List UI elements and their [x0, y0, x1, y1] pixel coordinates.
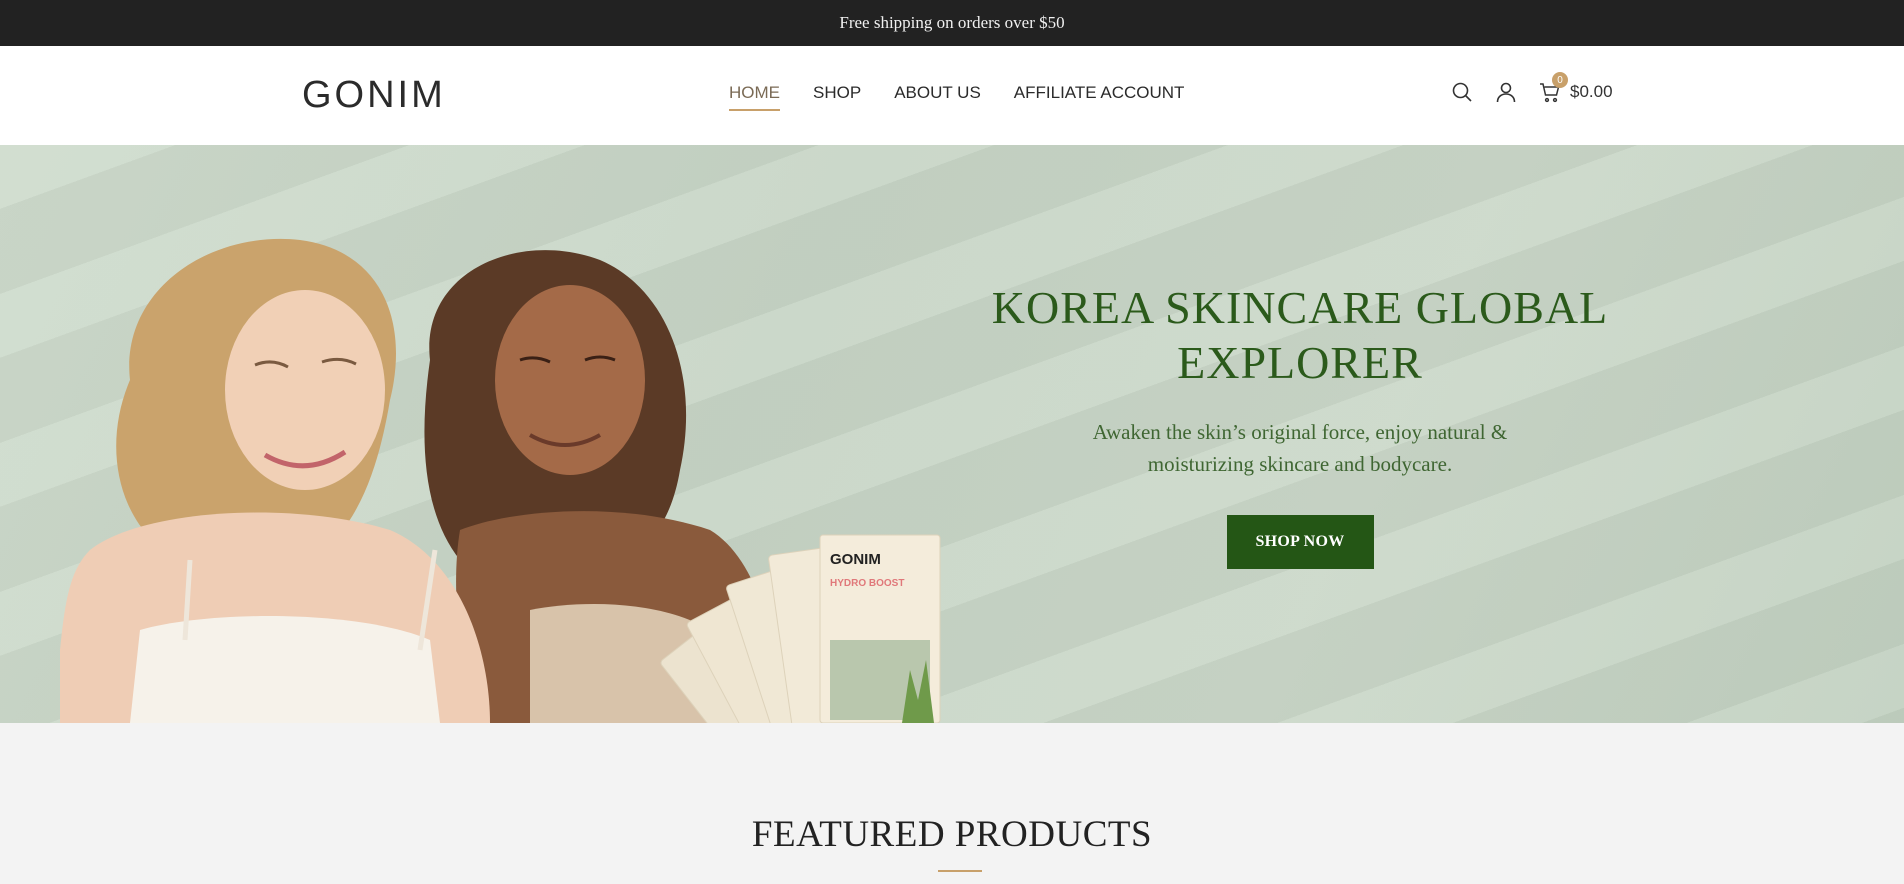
- hero-banner: GONIM HYDRO BOOST KOREA SKINCARE GLOBAL …: [0, 145, 1904, 723]
- user-icon[interactable]: [1494, 80, 1518, 104]
- featured-products-section: FEATURED PRODUCTS: [0, 723, 1904, 884]
- site-logo[interactable]: GONIM: [302, 74, 446, 117]
- featured-products-title: FEATURED PRODUCTS: [751, 814, 1153, 855]
- hero-text-block: KOREA SKINCARE GLOBAL EXPLORER Awaken th…: [960, 280, 1640, 569]
- shop-now-button[interactable]: SHOP NOW: [1226, 515, 1374, 569]
- svg-text:GONIM: GONIM: [830, 551, 881, 568]
- main-nav: HOME SHOP ABOUT US AFFILIATE ACCOUNT: [729, 83, 1184, 111]
- announcement-bar: Free shipping on orders over $50: [0, 0, 1904, 46]
- search-icon[interactable]: [1450, 80, 1474, 104]
- cart-total: $0.00: [1570, 82, 1613, 101]
- site-header: GONIM HOME SHOP ABOUT US AFFILIATE ACCOU…: [0, 46, 1904, 145]
- nav-item-affiliate-account[interactable]: AFFILIATE ACCOUNT: [1014, 83, 1185, 111]
- svg-text:HYDRO BOOST: HYDRO BOOST: [830, 578, 904, 589]
- cart-button[interactable]: 0 $0.00: [1538, 72, 1613, 104]
- header-actions: 0 $0.00: [1450, 72, 1613, 104]
- nav-item-about-us[interactable]: ABOUT US: [894, 83, 981, 111]
- title-underline: [938, 870, 982, 872]
- hero-title: KOREA SKINCARE GLOBAL EXPLORER: [991, 282, 1609, 388]
- announcement-text: Free shipping on orders over $50: [839, 13, 1065, 32]
- hero-subtitle: Awaken the skin’s original force, enjoy …: [1092, 420, 1508, 476]
- cart-icon: 0: [1538, 72, 1568, 104]
- nav-item-home[interactable]: HOME: [729, 83, 780, 111]
- hero-image-models-with-products: GONIM HYDRO BOOST: [60, 238, 941, 723]
- nav-item-shop[interactable]: SHOP: [813, 83, 861, 111]
- cart-count-badge: 0: [1552, 72, 1568, 88]
